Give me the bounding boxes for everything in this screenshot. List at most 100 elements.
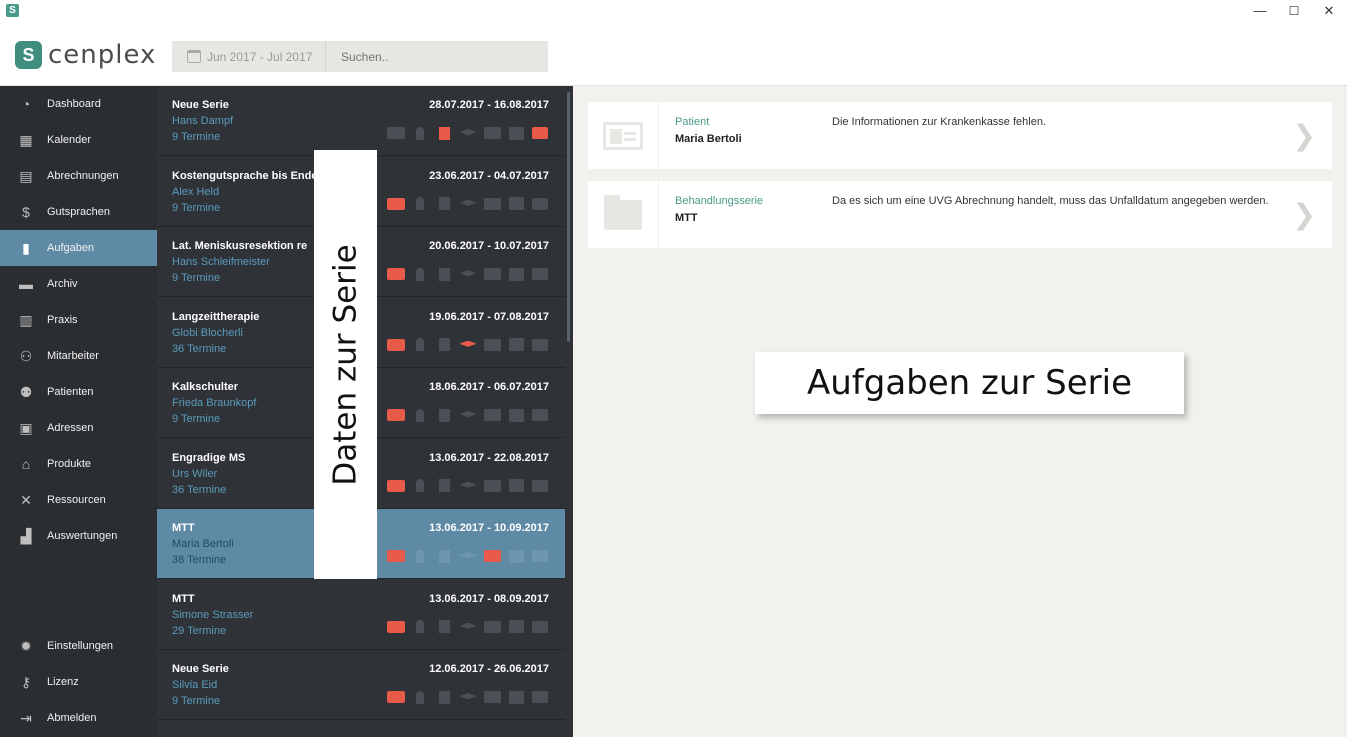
sidebar-item-aufgaben[interactable]: ▮ Aufgaben xyxy=(0,230,157,266)
building-icon xyxy=(435,126,453,140)
calendar-icon xyxy=(187,50,201,63)
folder-icon xyxy=(483,267,501,281)
person-icon xyxy=(411,126,429,140)
logo-badge-icon: S xyxy=(15,41,42,69)
sidebar-item-label: Ressourcen xyxy=(47,494,106,506)
series-patient: Urs Wiler xyxy=(172,467,218,480)
logo-text: cenplex xyxy=(48,40,157,70)
series-patient: Alex Held xyxy=(172,185,220,198)
series-title: MTT xyxy=(172,592,195,605)
search-input[interactable] xyxy=(326,41,548,72)
status-icons xyxy=(387,408,549,422)
series-dates: 23.06.2017 - 04.07.2017 xyxy=(429,169,549,182)
task-card-patient[interactable]: Patient Maria Bertoli Die Informationen … xyxy=(588,102,1332,169)
logo: S cenplex xyxy=(15,40,156,70)
series-row[interactable]: Neue Serie Silvia Eid 9 Termine 12.06.2017 … xyxy=(157,650,565,720)
graduation-cap-icon xyxy=(459,479,477,493)
sidebar-item-praxis[interactable]: ▥ Praxis xyxy=(0,302,157,338)
folder-icon xyxy=(483,479,501,493)
sidebar-item-ressourcen[interactable]: ✕ Ressourcen xyxy=(0,482,157,518)
sidebar-item-einstellungen[interactable]: ✹ Einstellungen xyxy=(0,628,157,664)
key-icon: ⚷ xyxy=(20,673,32,690)
sidebar-item-label: Abrechnungen xyxy=(47,170,119,182)
series-title: Neue Serie xyxy=(172,99,229,111)
date-range-filter[interactable]: Jun 2017 - Jul 2017 xyxy=(172,41,326,72)
series-termine: 9 Termine xyxy=(172,272,221,284)
calendar-icon xyxy=(507,126,525,140)
id-card-icon xyxy=(387,620,405,634)
maximize-button[interactable]: ☐ xyxy=(1284,2,1304,20)
folder-icon xyxy=(483,408,501,422)
task-card-series[interactable]: Behandlungsserie MTT Da es sich um eine … xyxy=(588,181,1332,248)
sidebar-item-abrechnungen[interactable]: ▤ Abrechnungen xyxy=(0,158,157,194)
folder-icon xyxy=(483,197,501,211)
status-icons xyxy=(387,690,549,704)
series-dates: 13.06.2017 - 22.08.2017 xyxy=(429,451,549,464)
calendar-icon xyxy=(507,197,525,211)
sidebar-item-auswertungen[interactable]: ▟ Auswertungen xyxy=(0,518,157,554)
sidebar-item-gutsprachen[interactable]: $ Gutsprachen xyxy=(0,194,157,230)
wallet-icon xyxy=(531,549,549,563)
address-book-icon: ▣ xyxy=(19,419,33,436)
sidebar-item-archiv[interactable]: ▬ Archiv xyxy=(0,266,157,302)
calendar-icon xyxy=(507,620,525,634)
sidebar-item-produkte[interactable]: ⌂ Produkte xyxy=(0,446,157,482)
sidebar-item-dashboard[interactable]: ◔ Dashboard xyxy=(0,86,157,122)
clipboard-icon: ▮ xyxy=(22,239,30,256)
series-termine: 36 Termine xyxy=(172,483,227,496)
sidebar-item-kalender[interactable]: ▦ Kalender xyxy=(0,122,157,158)
minimize-button[interactable]: — xyxy=(1250,2,1270,20)
sidebar-item-adressen[interactable]: ▣ Adressen xyxy=(0,410,157,446)
sidebar-item-label: Mitarbeiter xyxy=(47,350,99,362)
sidebar-item-patienten[interactable]: ⚉ Patienten xyxy=(0,374,157,410)
id-card-icon xyxy=(387,690,405,704)
chevron-right-icon: ❯ xyxy=(1292,198,1316,231)
title-bar: S — ☐ ✕ xyxy=(0,0,1347,22)
series-patient: Simone Strasser xyxy=(172,608,254,621)
app-icon: S xyxy=(6,4,19,17)
folder-icon xyxy=(604,194,642,230)
series-data-annotation: Daten zur Serie xyxy=(314,150,377,579)
calendar-icon xyxy=(507,549,525,563)
graduation-cap-icon xyxy=(459,197,477,211)
calendar-icon xyxy=(507,690,525,704)
wallet-icon xyxy=(531,267,549,281)
person-icon xyxy=(411,267,429,281)
series-row[interactable]: Neue Serie Hans Dampf 9 Termine 28.07.2017 … xyxy=(157,86,565,156)
series-patient: Hans Dampf xyxy=(172,115,234,127)
series-dates: 18.06.2017 - 06.07.2017 xyxy=(429,381,549,393)
building-icon xyxy=(435,549,453,563)
series-data-annotation-text: Daten zur Serie xyxy=(327,243,364,486)
dollar-icon: $ xyxy=(22,204,30,220)
series-title: Neue Serie xyxy=(172,663,229,675)
close-button[interactable]: ✕ xyxy=(1319,2,1339,20)
status-icons xyxy=(387,267,549,281)
task-label: Patient xyxy=(675,116,710,128)
store-icon: ⌂ xyxy=(21,456,31,472)
wallet-icon xyxy=(531,479,549,493)
folder-icon xyxy=(483,690,501,704)
id-card-icon xyxy=(387,479,405,493)
folder-icon xyxy=(483,620,501,634)
sidebar-item-label: Kalender xyxy=(47,134,92,146)
sidebar-item-abmelden[interactable]: ⇥ Abmelden xyxy=(0,700,157,736)
scrollbar-thumb[interactable] xyxy=(567,92,570,342)
building-icon xyxy=(435,620,453,634)
card-icon-wrap xyxy=(588,102,659,169)
series-dates: 13.06.2017 - 08.09.2017 xyxy=(429,592,549,605)
person-icon xyxy=(411,338,429,352)
series-termine: 38 Termine xyxy=(172,554,227,566)
sidebar-item-lizenz[interactable]: ⚷ Lizenz xyxy=(0,664,157,700)
scrollbar[interactable] xyxy=(565,86,573,737)
series-title: Kostengutsprache bis Ende J xyxy=(172,169,327,182)
sidebar-item-mitarbeiter[interactable]: ⚇ Mitarbeiter xyxy=(0,338,157,374)
series-tasks-annotation: Aufgaben zur Serie xyxy=(755,352,1184,414)
series-dates: 19.06.2017 - 07.08.2017 xyxy=(429,310,549,323)
series-termine: 9 Termine xyxy=(172,131,221,143)
id-card-icon xyxy=(387,197,405,211)
wallet-icon xyxy=(531,126,549,140)
graduation-cap-icon xyxy=(459,620,477,634)
building-icon xyxy=(435,690,453,704)
series-row[interactable]: MTT Simone Strasser 29 Termine 13.06.2017 -… xyxy=(157,580,565,650)
gear-icon: ✹ xyxy=(20,637,32,654)
